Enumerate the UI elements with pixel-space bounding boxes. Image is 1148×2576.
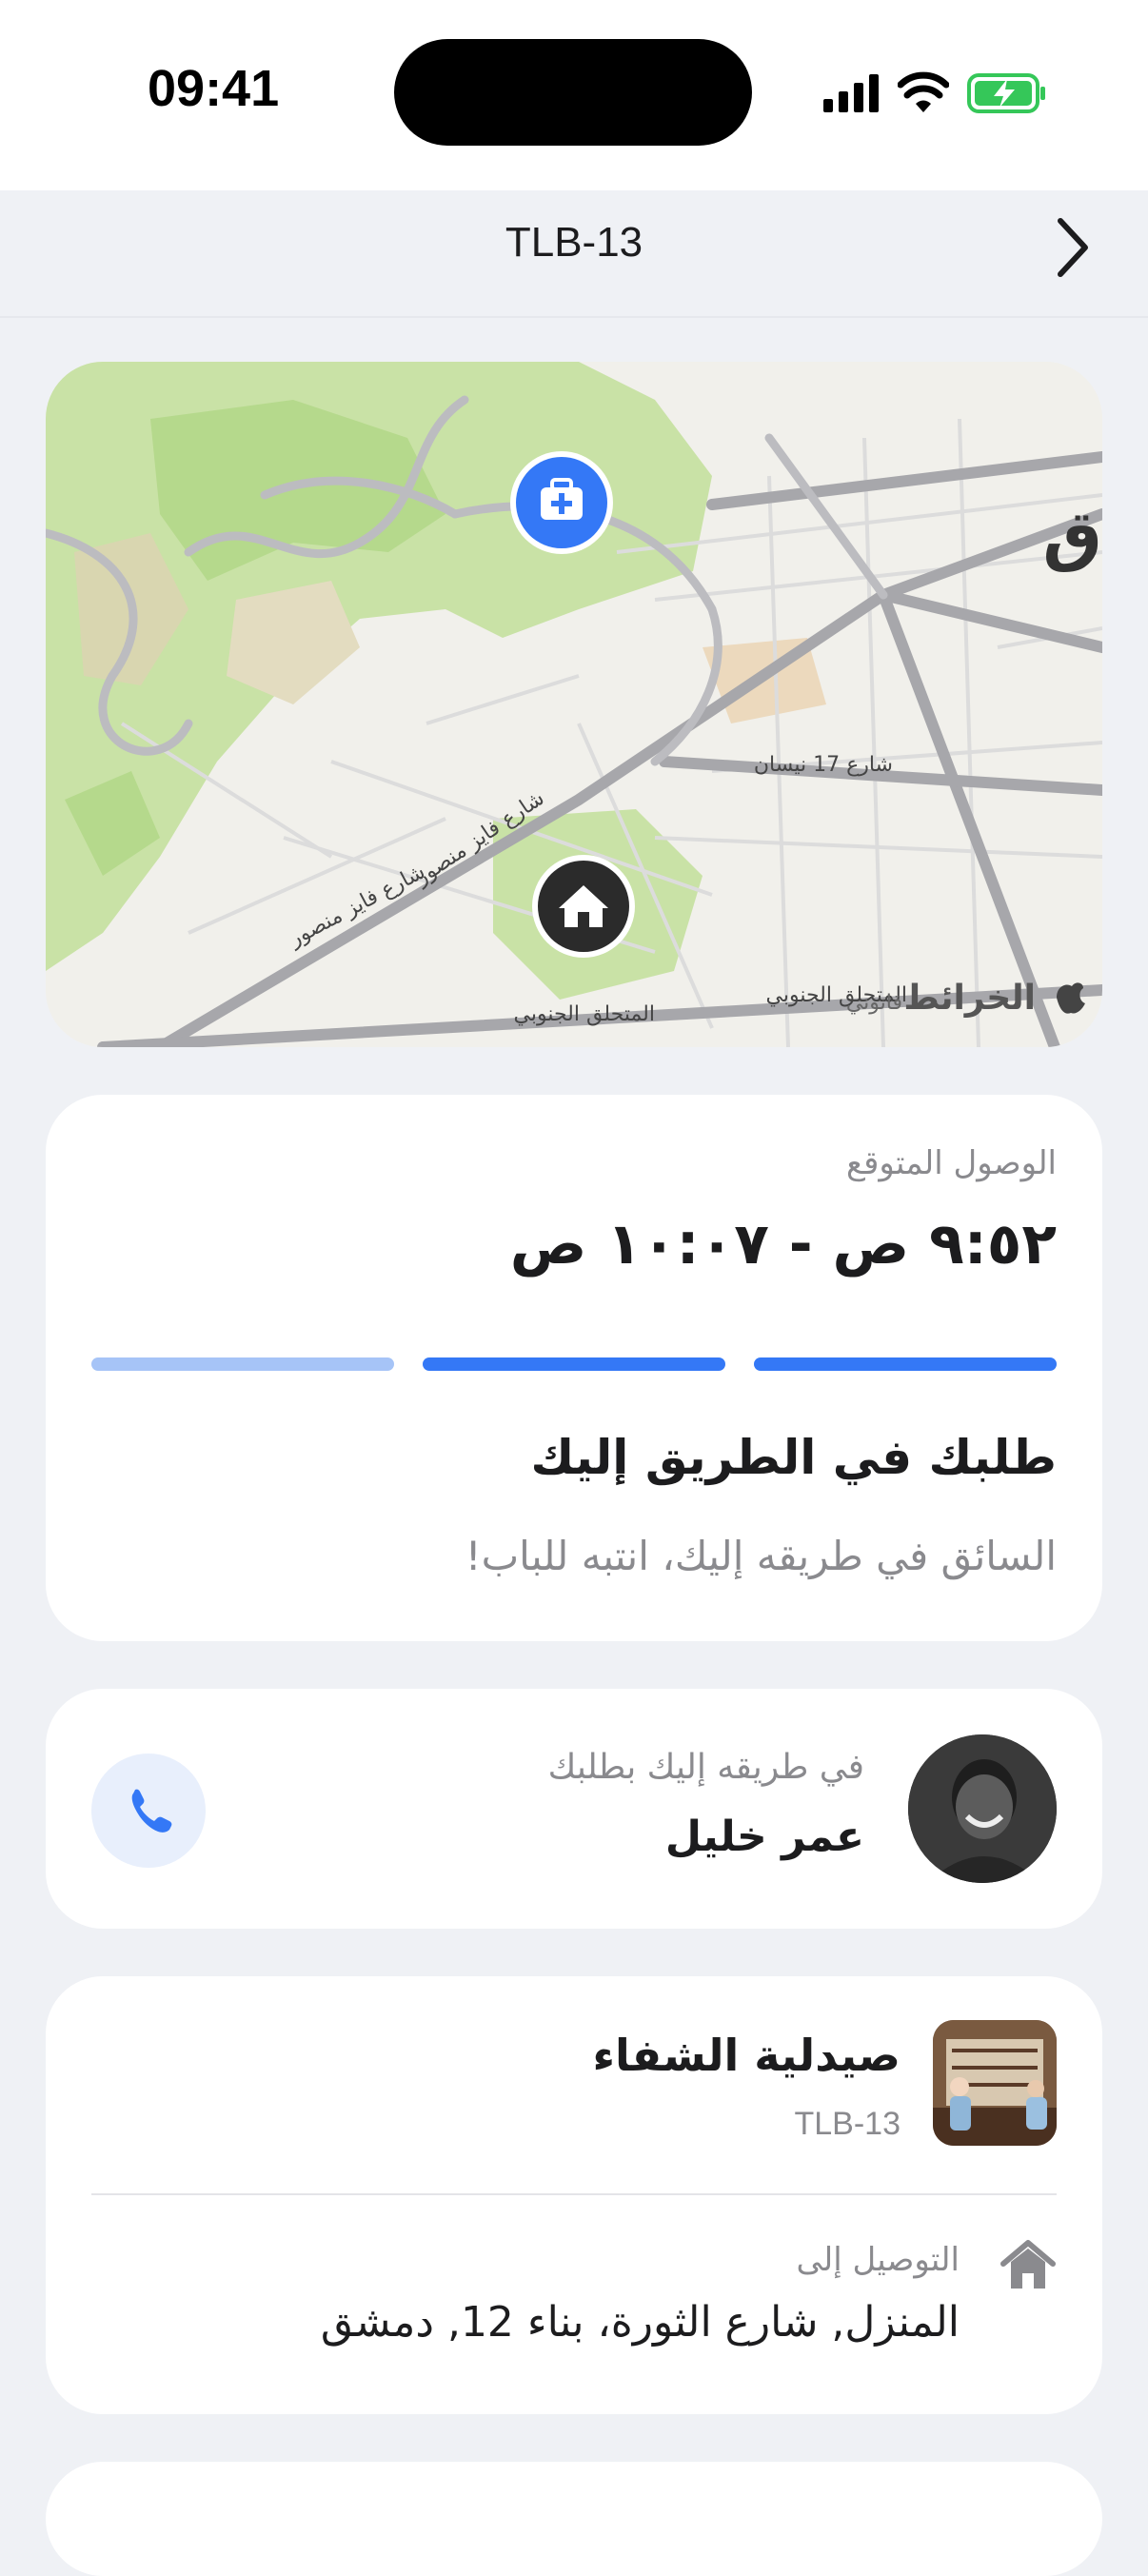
battery-charging-icon [967,73,1045,113]
status-bar: 09:41 [0,0,1148,190]
eta-value: ٩:٥٢ ص - ١٠:٠٧ ص [509,1211,1057,1278]
nav-divider [0,316,1148,318]
status-time: 09:41 [148,60,280,117]
pharmacy-pin-icon[interactable] [510,451,613,554]
delivery-address: المنزل, شارع الثورة، بناء 12, دمشق [320,2298,960,2347]
map-legal-link[interactable]: قانوني [846,991,902,1015]
phone-icon [131,1789,172,1833]
home-icon [1000,2240,1056,2289]
wifi-icon [898,71,949,112]
status-title: طلبك في الطريق إليك [530,1430,1057,1485]
call-driver-button[interactable] [91,1754,206,1868]
map-label-city: ق [1042,496,1102,574]
map-label-street-17-nisan: شارع 17 نيسان [754,753,893,777]
driver-name: عمر خليل [664,1813,864,1861]
order-title: TLB-13 [505,219,643,266]
driver-avatar [908,1734,1057,1883]
driver-subtitle: في طريقه إليك بطلبك [547,1748,864,1787]
delivery-label: التوصيل إلى [796,2241,960,2279]
store-name: صيدلية الشفاء [592,2030,901,2081]
chevron-right-icon[interactable] [1049,213,1097,282]
eta-label: الوصول المتوقع [846,1144,1057,1182]
status-subtitle: السائق في طريقه إليك، انتبه للباب! [465,1533,1057,1579]
home-pin-icon[interactable] [532,855,635,958]
next-card [46,2462,1102,2576]
map-label-south-bypass-1: المتحلق الجنوبي [514,1002,655,1026]
progress-step-1 [754,1357,1057,1371]
cellular-signal-icon [823,74,879,112]
progress-step-2 [423,1357,725,1371]
delivery-status-card: الوصول المتوقع ٩:٥٢ ص - ١٠:٠٧ ص طلبك في … [46,1095,1102,1641]
delivery-map[interactable]: شارع 17 نيسان شارع فايز منصور شارع فايز … [46,362,1102,1047]
order-code: TLB-13 [794,2106,901,2142]
dynamic-island [394,39,752,146]
store-image [933,2020,1057,2146]
order-card-divider [91,2193,1057,2195]
driver-card: في طريقه إليك بطلبك عمر خليل [46,1689,1102,1929]
progress-step-3 [91,1357,394,1371]
order-card: صيدلية الشفاء TLB-13 التوصيل إلى المنزل,… [46,1976,1102,2414]
maps-attribution-text: الخرائط [903,979,1036,1018]
